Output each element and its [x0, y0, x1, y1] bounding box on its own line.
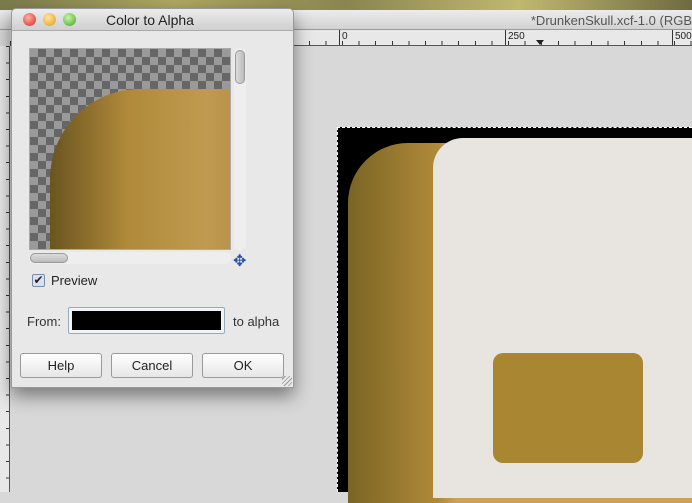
resize-grip[interactable]	[282, 376, 292, 386]
preview-checkbox[interactable]: ✔	[32, 274, 45, 287]
dialog-titlebar[interactable]: Color to Alpha	[12, 9, 293, 31]
from-label: From:	[27, 314, 61, 329]
ruler-pointer-marker	[536, 40, 544, 45]
image-window-title: *DrunkenSkull.xcf-1.0 (RGB	[530, 13, 692, 28]
preview-image	[50, 89, 230, 249]
scrollbar-thumb[interactable]	[30, 253, 68, 263]
move-navigate-icon[interactable]: ✥	[233, 251, 246, 271]
scrollbar-thumb[interactable]	[235, 50, 245, 84]
help-button[interactable]: Help	[20, 353, 102, 378]
zoom-icon[interactable]	[63, 13, 76, 26]
preview-area[interactable]	[29, 48, 231, 250]
close-icon[interactable]	[23, 13, 36, 26]
ruler-label-0: 0	[342, 31, 348, 42]
ruler-label-500: 500	[675, 31, 692, 42]
ruler-label-250: 250	[508, 31, 525, 42]
from-color-button[interactable]	[68, 307, 225, 334]
ok-button[interactable]: OK	[202, 353, 284, 378]
preview-label: Preview	[51, 273, 98, 288]
to-alpha-label: to alpha	[233, 314, 280, 329]
minimize-icon[interactable]	[43, 13, 56, 26]
color-to-alpha-dialog: Color to Alpha ✥ ✔ Preview From: to alph…	[11, 8, 294, 388]
image-hole	[493, 353, 643, 463]
vertical-ruler[interactable]	[0, 46, 10, 492]
image-canvas[interactable]	[337, 127, 692, 503]
preview-vertical-scrollbar[interactable]	[234, 48, 246, 250]
preview-horizontal-scrollbar[interactable]	[29, 252, 231, 264]
cancel-button[interactable]: Cancel	[111, 353, 193, 378]
dialog-title: Color to Alpha	[106, 12, 194, 28]
color-swatch	[72, 311, 221, 330]
